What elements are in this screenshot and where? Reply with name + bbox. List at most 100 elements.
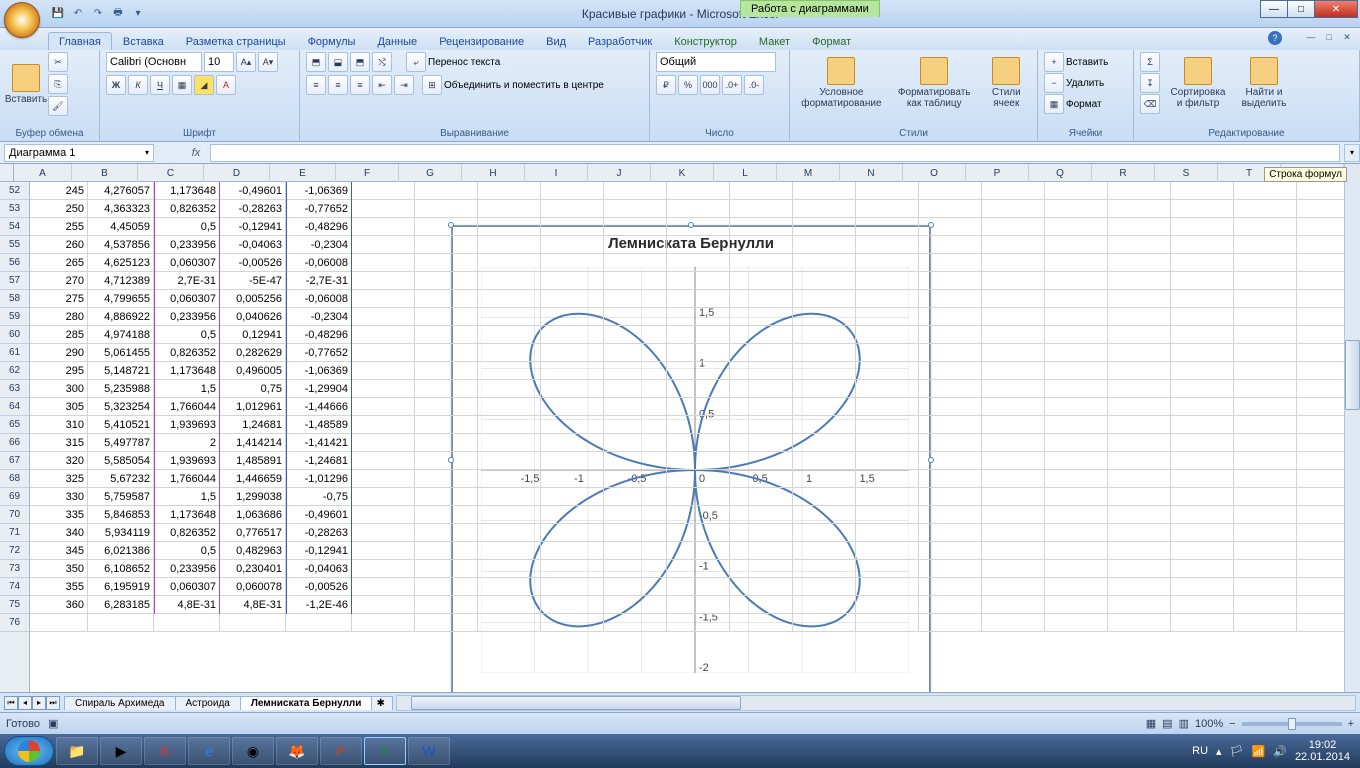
save-icon[interactable]: 💾 — [50, 6, 66, 22]
cell[interactable] — [1108, 614, 1171, 632]
cell[interactable] — [541, 308, 604, 326]
cell[interactable] — [415, 596, 478, 614]
cell[interactable] — [793, 326, 856, 344]
cell[interactable] — [856, 398, 919, 416]
cell[interactable]: -0,48296 — [286, 326, 352, 344]
cell[interactable] — [604, 434, 667, 452]
cell[interactable] — [1108, 560, 1171, 578]
cell[interactable] — [1108, 362, 1171, 380]
cell[interactable] — [1234, 470, 1297, 488]
cell[interactable] — [730, 416, 793, 434]
decrease-decimal-icon[interactable]: .0- — [744, 75, 764, 95]
cell[interactable] — [1045, 254, 1108, 272]
cell[interactable] — [982, 236, 1045, 254]
cell[interactable] — [1297, 560, 1344, 578]
cell[interactable] — [352, 272, 415, 290]
row-header-74[interactable]: 74 — [0, 578, 29, 596]
cell[interactable] — [1045, 326, 1108, 344]
cell[interactable] — [793, 416, 856, 434]
cell[interactable] — [415, 254, 478, 272]
cell[interactable]: 345 — [30, 542, 88, 560]
cell[interactable]: 0,5 — [154, 218, 220, 236]
cell[interactable] — [1171, 434, 1234, 452]
sheet-nav-last-icon[interactable]: ⏭ — [46, 696, 60, 710]
cell[interactable]: 0,496005 — [220, 362, 286, 380]
cell[interactable] — [1108, 398, 1171, 416]
cell[interactable] — [1297, 452, 1344, 470]
cell[interactable] — [730, 578, 793, 596]
cell[interactable] — [352, 182, 415, 200]
cell[interactable] — [604, 560, 667, 578]
cell[interactable]: 5,759587 — [88, 488, 154, 506]
cell[interactable]: 0,282629 — [220, 344, 286, 362]
comma-icon[interactable]: 000 — [700, 75, 720, 95]
col-header-K[interactable]: K — [651, 164, 714, 182]
cell[interactable]: 1,299038 — [220, 488, 286, 506]
cell[interactable]: -0,75 — [286, 488, 352, 506]
cell[interactable] — [478, 200, 541, 218]
cell[interactable]: 4,276057 — [88, 182, 154, 200]
cells-grid[interactable]: Лемниската Бернулли -2-1,5-1-0,500,511,5… — [30, 182, 1344, 692]
cell[interactable]: 1,766044 — [154, 470, 220, 488]
cell[interactable] — [478, 254, 541, 272]
cell[interactable] — [1234, 362, 1297, 380]
cell[interactable] — [793, 272, 856, 290]
cell[interactable] — [604, 236, 667, 254]
cell[interactable] — [1045, 308, 1108, 326]
cell[interactable]: 265 — [30, 254, 88, 272]
cell[interactable] — [415, 218, 478, 236]
cell[interactable]: 290 — [30, 344, 88, 362]
cell[interactable] — [478, 326, 541, 344]
cell[interactable] — [541, 470, 604, 488]
cell[interactable] — [541, 218, 604, 236]
cell[interactable] — [982, 326, 1045, 344]
hscroll-thumb[interactable] — [411, 696, 741, 710]
cell[interactable] — [856, 236, 919, 254]
taskbar-powerpoint-icon[interactable]: P — [320, 737, 362, 765]
align-center-icon[interactable]: ≡ — [328, 75, 348, 95]
cell[interactable]: 4,974188 — [88, 326, 154, 344]
row-headers[interactable]: 5253545556575859606162636465666768697071… — [0, 182, 30, 692]
tab-insert[interactable]: Вставка — [112, 32, 175, 50]
cell[interactable] — [919, 272, 982, 290]
cell[interactable] — [1234, 326, 1297, 344]
cell[interactable] — [982, 506, 1045, 524]
cell[interactable]: -0,06008 — [286, 254, 352, 272]
cell[interactable] — [919, 326, 982, 344]
zoom-level[interactable]: 100% — [1195, 718, 1223, 730]
taskbar-excel-icon[interactable]: X — [364, 737, 406, 765]
cell[interactable] — [604, 182, 667, 200]
cell[interactable] — [1108, 578, 1171, 596]
cell[interactable] — [793, 344, 856, 362]
col-header-M[interactable]: M — [777, 164, 840, 182]
cell[interactable]: 5,323254 — [88, 398, 154, 416]
cell[interactable]: -1,01296 — [286, 470, 352, 488]
row-header-65[interactable]: 65 — [0, 416, 29, 434]
taskbar-ie-icon[interactable]: e — [188, 737, 230, 765]
cell[interactable] — [478, 236, 541, 254]
cell[interactable] — [982, 452, 1045, 470]
cell[interactable] — [1108, 470, 1171, 488]
cell[interactable] — [1108, 524, 1171, 542]
indent-icon[interactable]: ⇥ — [394, 75, 414, 95]
cell[interactable] — [1234, 560, 1297, 578]
align-top-icon[interactable]: ⬒ — [306, 52, 326, 72]
cell[interactable] — [1045, 344, 1108, 362]
cell[interactable] — [982, 596, 1045, 614]
col-header-I[interactable]: I — [525, 164, 588, 182]
cell[interactable]: -0,49601 — [286, 506, 352, 524]
cell[interactable] — [415, 578, 478, 596]
align-bottom-icon[interactable]: ⬒ — [350, 52, 370, 72]
cell[interactable] — [793, 488, 856, 506]
cell[interactable] — [604, 596, 667, 614]
cell[interactable] — [667, 398, 730, 416]
align-left-icon[interactable]: ≡ — [306, 75, 326, 95]
cell[interactable]: 0,776517 — [220, 524, 286, 542]
col-header-B[interactable]: B — [72, 164, 138, 182]
cell[interactable] — [352, 614, 415, 632]
cell[interactable] — [1171, 416, 1234, 434]
row-header-68[interactable]: 68 — [0, 470, 29, 488]
cell[interactable]: -0,00526 — [286, 578, 352, 596]
taskbar-kaspersky-icon[interactable]: K — [144, 737, 186, 765]
fill-color-icon[interactable]: ◢ — [194, 75, 214, 95]
